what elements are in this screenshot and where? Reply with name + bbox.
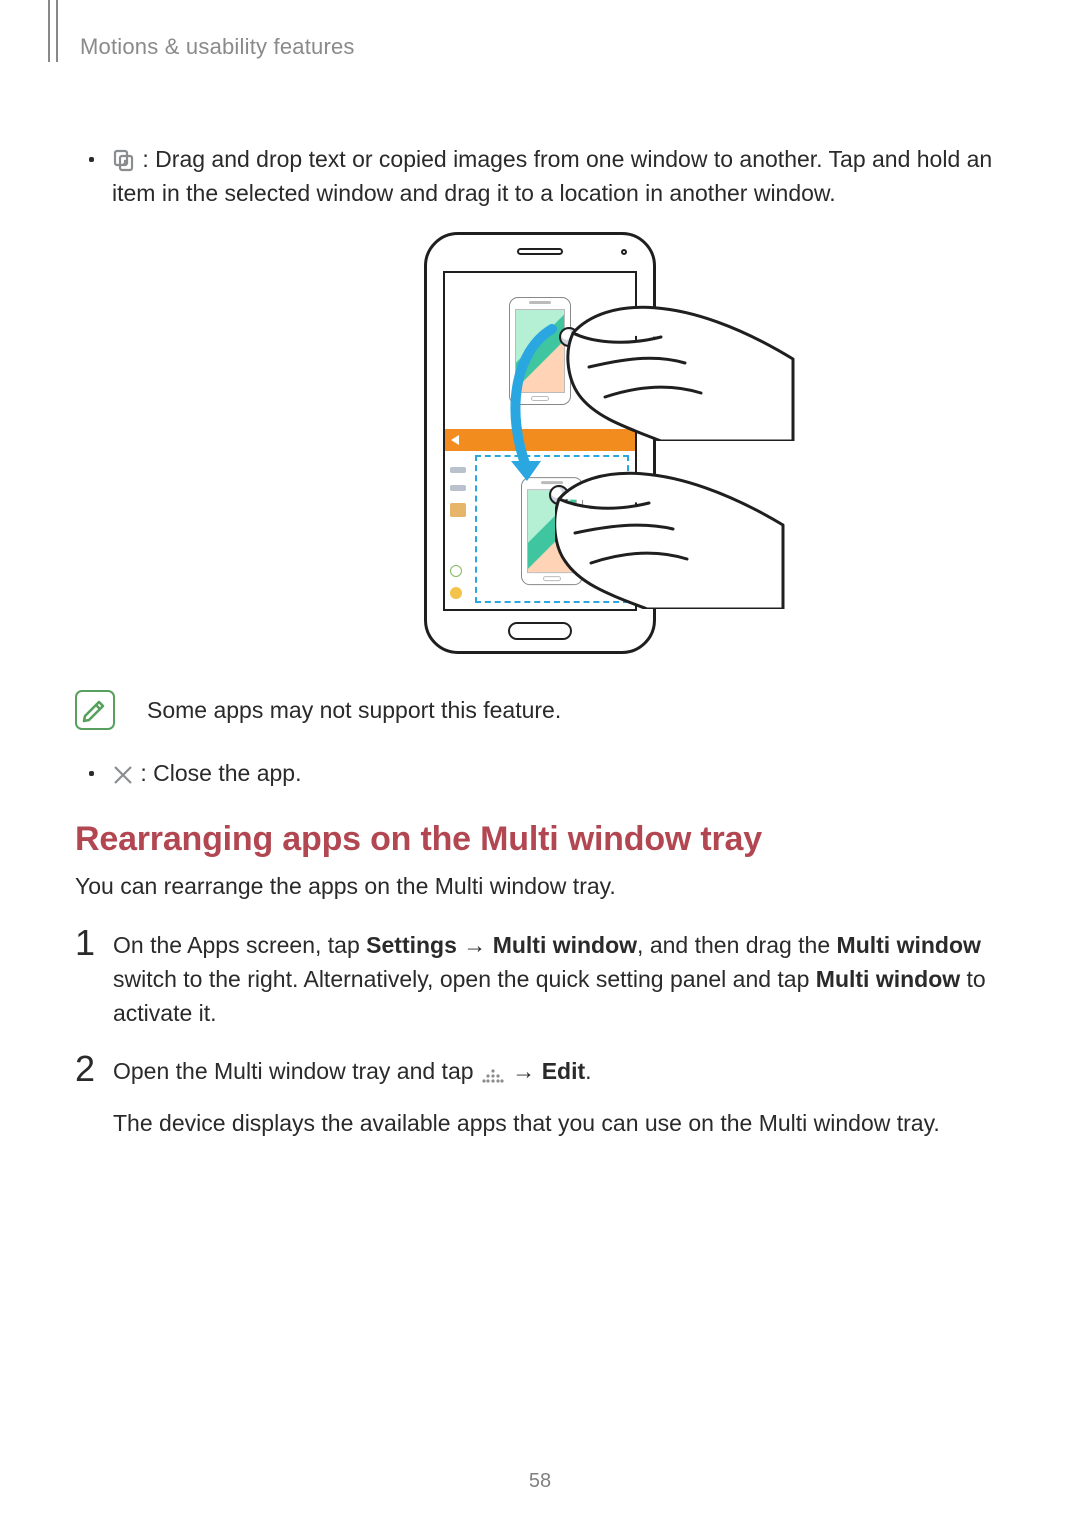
bullet-text: : Close the app. [134, 760, 302, 786]
page-number: 58 [0, 1470, 1080, 1493]
multiwindow-divider [445, 429, 635, 451]
illustration-drag-between-windows [75, 232, 1005, 654]
touchpoint-bottom [549, 485, 569, 505]
touchpoint-top [559, 327, 579, 347]
breadcrumb: Motions & usability features [80, 34, 1005, 60]
bullet-text: : Drag and drop text or copied images fr… [112, 146, 992, 206]
note-text: Some apps may not support this feature. [147, 697, 561, 724]
app-sidebar [448, 455, 468, 605]
note-row: Some apps may not support this feature. [75, 690, 1005, 730]
more-dots-icon [480, 1068, 506, 1084]
drop-target [475, 455, 629, 603]
step-number: 2 [75, 1051, 113, 1140]
step-number: 1 [75, 925, 113, 1030]
bullet-body: : Drag and drop text or copied images fr… [112, 142, 1005, 210]
bullet-drag-drop: : Drag and drop text or copied images fr… [75, 142, 1005, 210]
step-body: On the Apps screen, tap Settings → Multi… [113, 928, 1005, 1030]
phone-outline [424, 232, 656, 654]
drag-drop-icon [112, 148, 136, 172]
bullet-dot [89, 771, 94, 776]
step-body: Open the Multi window tray and tap [113, 1054, 1005, 1140]
bullet-close-app: : Close the app. [75, 756, 1005, 790]
section-heading: Rearranging apps on the Multi window tra… [75, 820, 1005, 859]
thumbnail-top [509, 297, 571, 405]
step-1: 1 On the Apps screen, tap Settings → Mul… [75, 928, 1005, 1030]
section-lead: You can rearrange the apps on the Multi … [75, 873, 1005, 900]
side-tab-marker [48, 0, 58, 62]
bullet-dot [89, 157, 94, 162]
close-x-icon [112, 764, 134, 786]
page-content: : Drag and drop text or copied images fr… [75, 142, 1005, 1140]
page: Motions & usability features : Drag and … [0, 0, 1080, 1140]
step-followup: The device displays the available apps t… [113, 1106, 1005, 1140]
bullet-body: : Close the app. [112, 756, 1005, 790]
note-icon [75, 690, 115, 730]
step-2: 2 Open the Multi window tray and tap [75, 1054, 1005, 1140]
